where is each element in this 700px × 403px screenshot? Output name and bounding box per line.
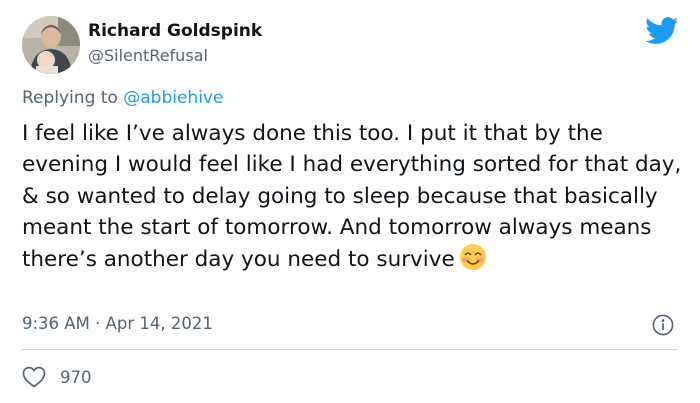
author-display-name[interactable]: Richard Goldspink	[88, 21, 262, 41]
like-count: 970	[60, 367, 92, 387]
replying-to-line: Replying to @abbiehive	[22, 88, 223, 108]
avatar-photo-icon	[22, 16, 80, 74]
author-handle[interactable]: @SilentRefusal	[88, 46, 208, 65]
divider	[22, 349, 678, 350]
replying-to-label: Replying to	[22, 88, 118, 108]
tweet-timestamp[interactable]: 9:36 AM · Apr 14, 2021	[22, 314, 213, 333]
tweet-card: Richard Goldspink @SilentRefusal Replyin…	[0, 0, 700, 403]
twitter-bird-icon[interactable]	[645, 17, 679, 45]
tweet-text: I feel like I’ve always done this too. I…	[22, 121, 682, 273]
avatar[interactable]	[22, 16, 80, 74]
like-button[interactable]: 970	[22, 364, 92, 390]
tweet-body: I feel like I’ve always done this too. I…	[22, 118, 682, 275]
smiling-face-icon	[459, 243, 487, 271]
heart-icon	[22, 366, 46, 388]
info-icon[interactable]	[652, 314, 674, 336]
reply-handle-link[interactable]: @abbiehive	[123, 88, 223, 108]
